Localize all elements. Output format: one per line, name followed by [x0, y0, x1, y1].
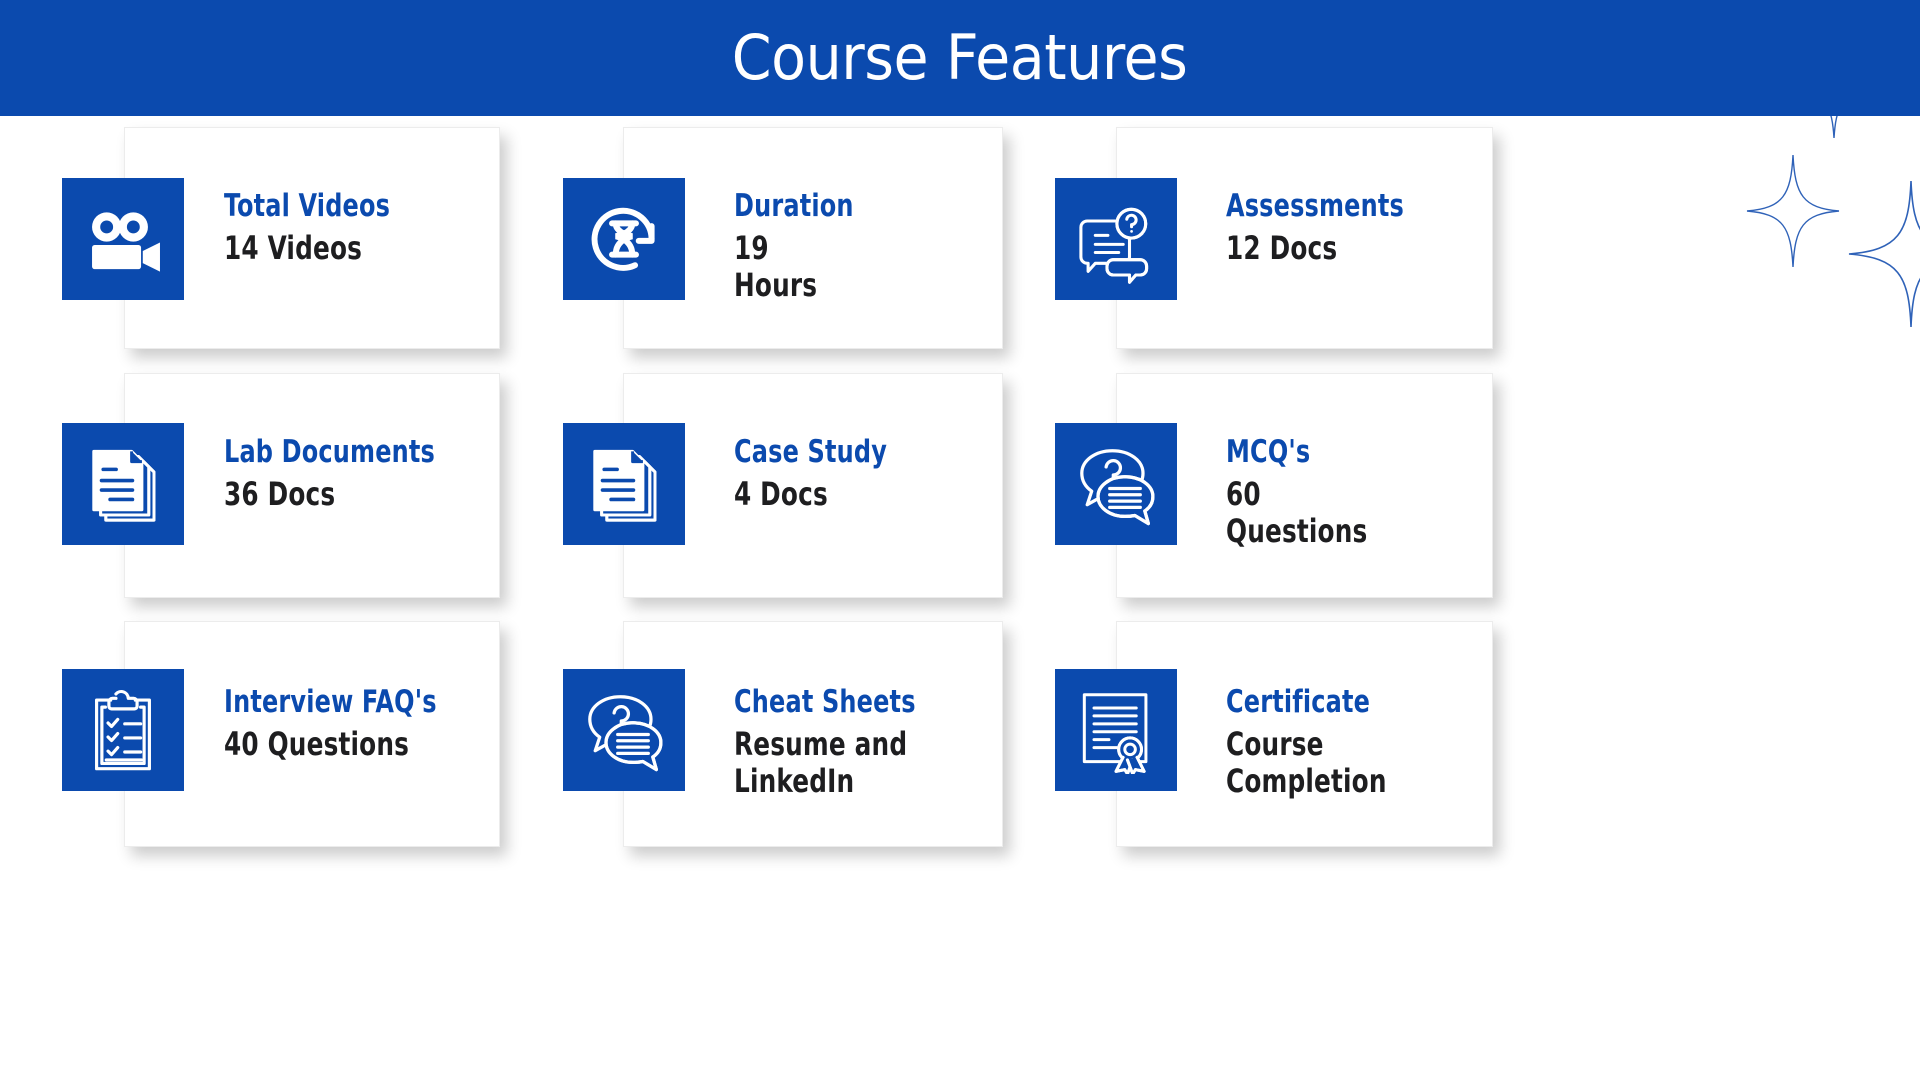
feature-card-title: Case Study	[734, 434, 888, 470]
chat-question-icon	[563, 669, 685, 791]
documents-stack-icon	[62, 423, 184, 545]
hourglass-refresh-icon	[563, 178, 685, 300]
feature-card-value: 40 Questions	[224, 724, 410, 763]
feature-card-text: Lab Documents 36 Docs	[224, 436, 469, 513]
slide-header: Course Features	[0, 0, 1920, 116]
feature-card-title: Interview FAQ's	[224, 684, 437, 720]
feature-card-text: Total Videos 14 Videos	[224, 190, 417, 267]
clipboard-checklist-icon	[62, 669, 184, 791]
feature-card-text: Cheat Sheets Resume and LinkedIn	[734, 686, 945, 800]
feature-card-grid: Total Videos 14 Videos Duration 19 Hours A…	[0, 116, 1920, 1080]
documents-stack-icon	[563, 423, 685, 545]
feature-card-text: Interview FAQ's 40 Questions	[224, 686, 471, 763]
feature-card-value: 60 Questions	[1226, 474, 1368, 550]
feature-card-text: Case Study 4 Docs	[734, 436, 912, 513]
certificate-award-icon	[1055, 669, 1177, 791]
feature-card-title: Cheat Sheets	[734, 684, 916, 720]
feature-card-text: Assessments 12 Docs	[1226, 190, 1433, 267]
feature-card-value: 19 Hours	[734, 228, 818, 304]
feature-card-value: 12 Docs	[1226, 228, 1338, 267]
feature-card-text: Certificate Course Completion	[1226, 686, 1413, 800]
feature-card-title: Duration	[734, 188, 854, 224]
feature-card-title: Certificate	[1226, 684, 1371, 720]
feature-card-value: Resume and LinkedIn	[734, 724, 908, 800]
feature-card-value: 36 Docs	[224, 474, 336, 513]
feature-card-title: Total Videos	[224, 188, 391, 224]
feature-card-text: MCQ's 60 Questions	[1226, 436, 1390, 550]
feature-card-title: Lab Documents	[224, 434, 436, 470]
video-camera-icon	[62, 178, 184, 300]
chat-question-icon	[1055, 423, 1177, 545]
feature-card-text: Duration 19 Hours	[734, 190, 873, 304]
feature-card-title: MCQ's	[1226, 434, 1311, 470]
feature-card-value: 4 Docs	[734, 474, 828, 513]
feature-card-value: Course Completion	[1226, 724, 1387, 800]
assessment-question-icon	[1055, 178, 1177, 300]
slide-canvas: Course Features Total Videos 14 Videos D…	[0, 0, 1920, 1080]
page-title: Course Features	[732, 21, 1188, 94]
feature-card-title: Assessments	[1226, 188, 1404, 224]
feature-card-value: 14 Videos	[224, 228, 363, 267]
